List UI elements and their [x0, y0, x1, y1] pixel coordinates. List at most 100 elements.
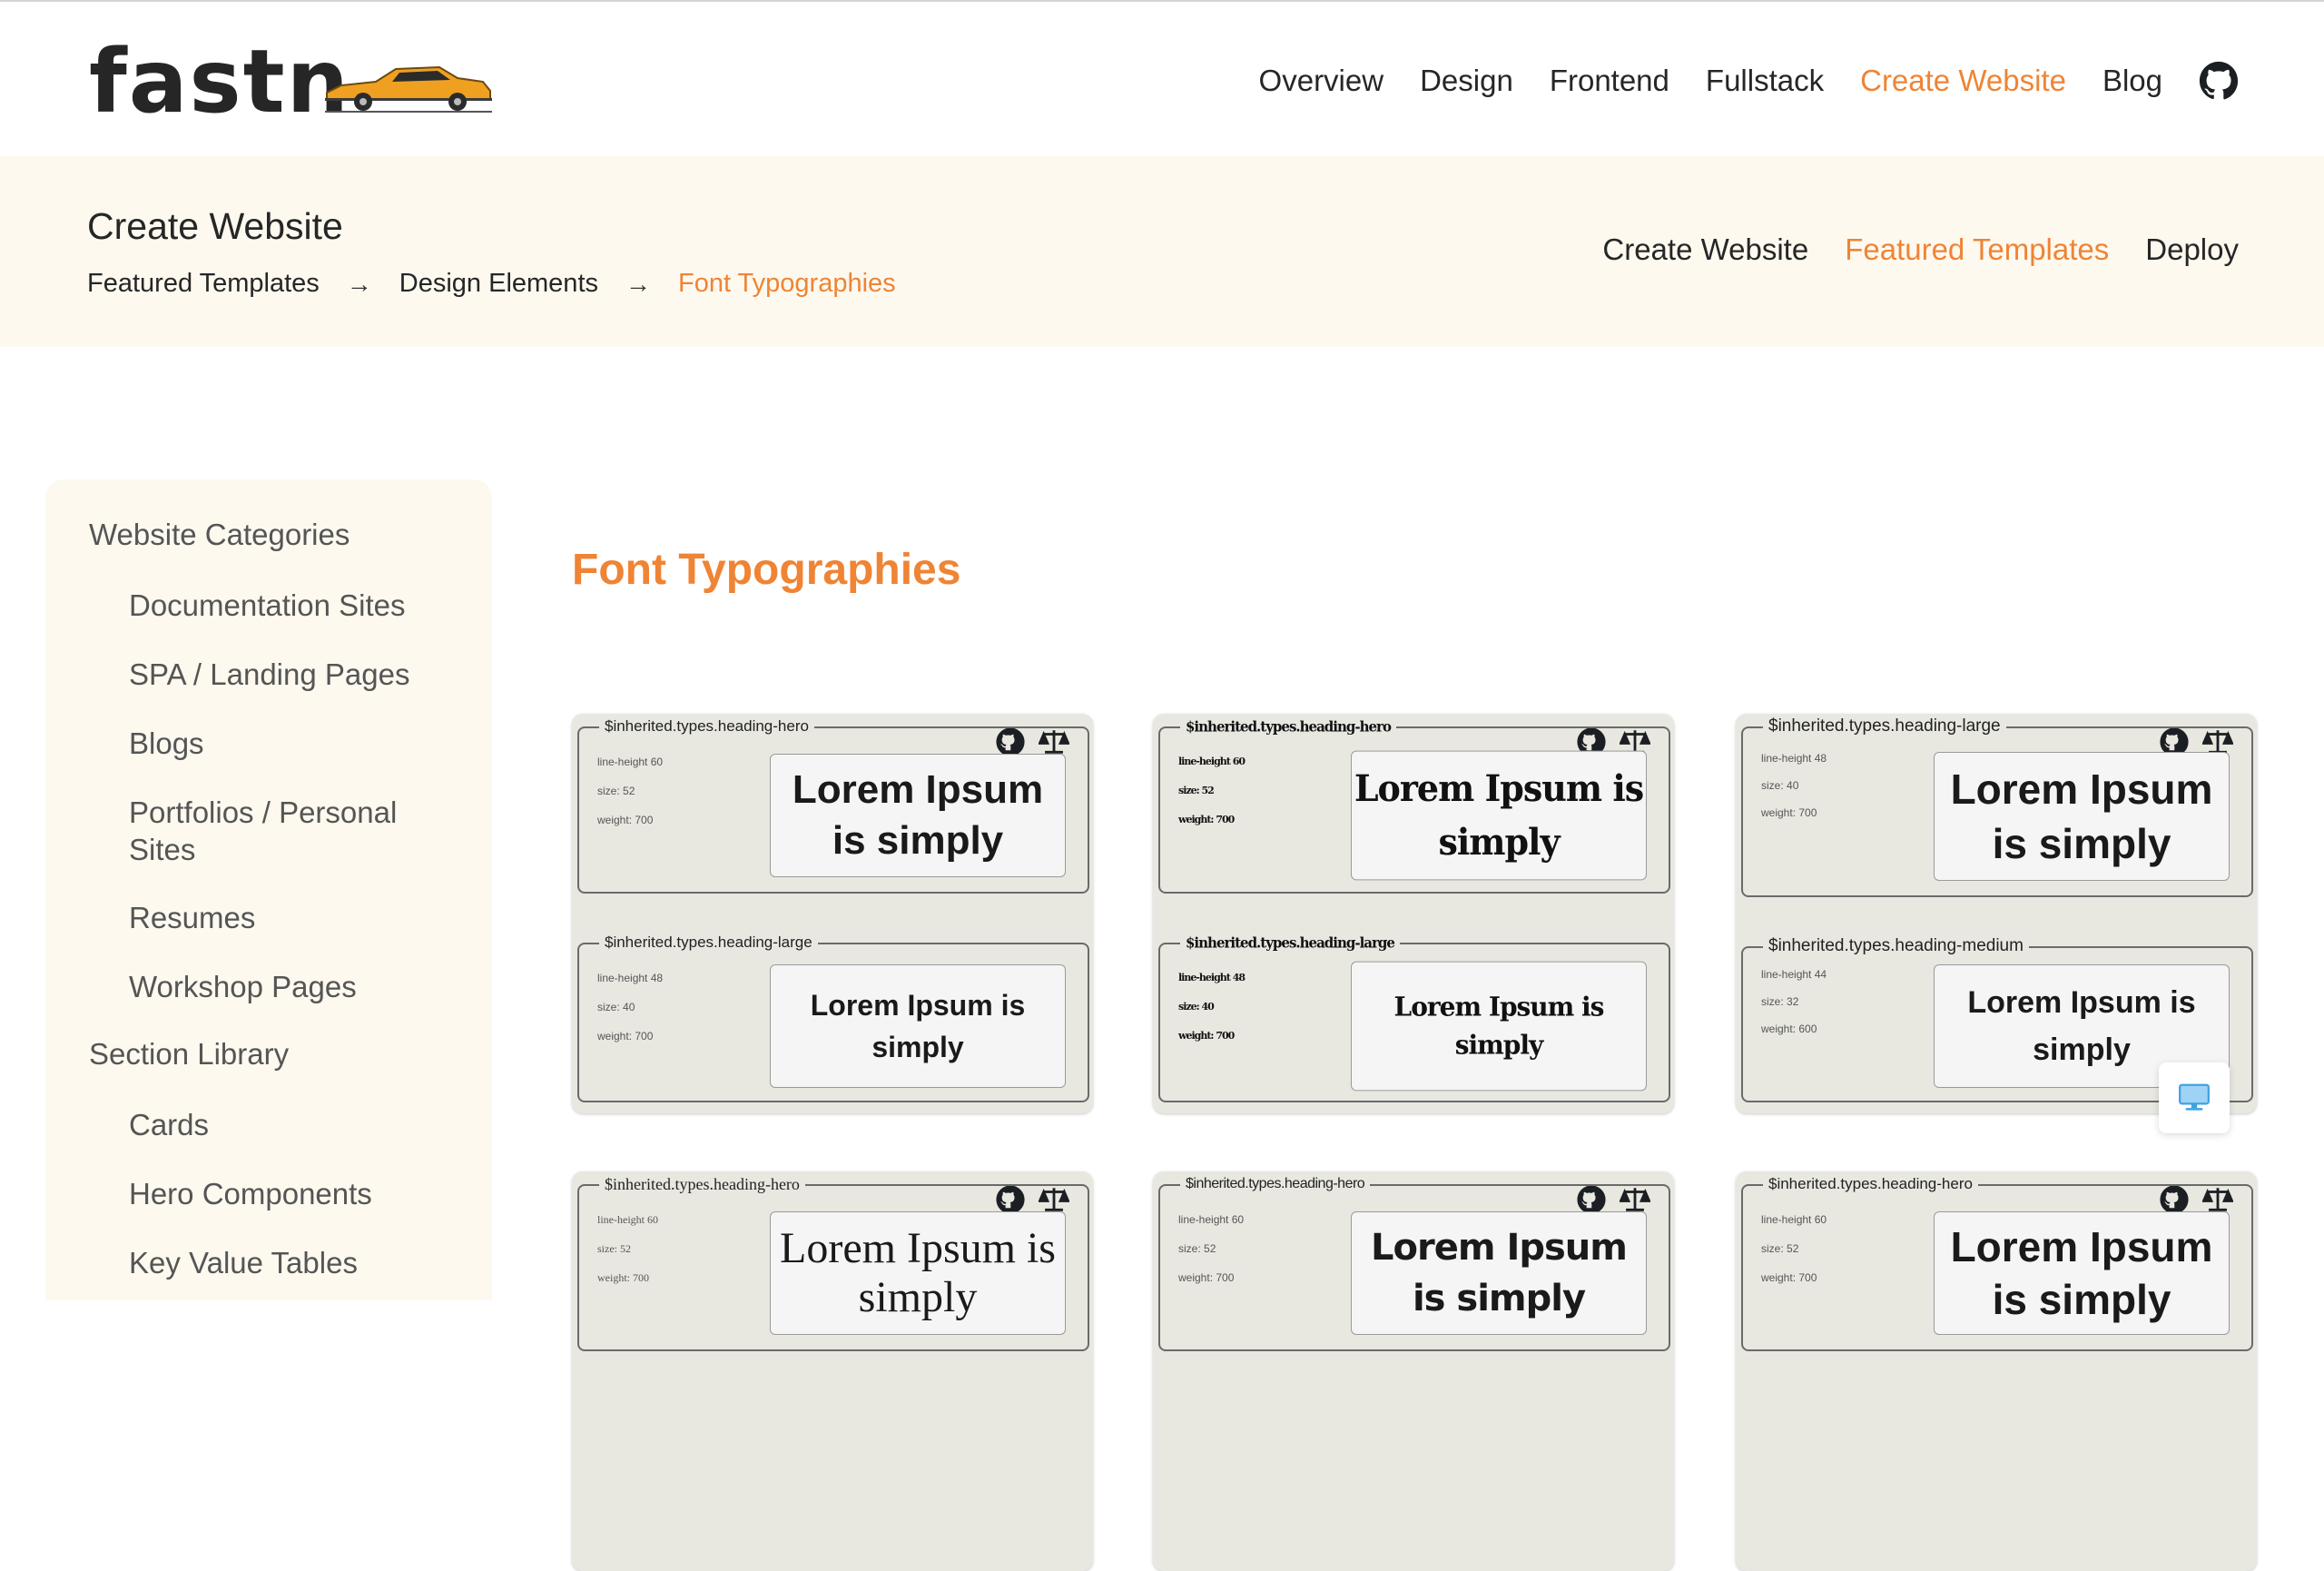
desktop-icon	[2179, 1083, 2210, 1111]
section-title: Create Website	[87, 205, 343, 247]
font-preview: Lorem Ipsum is simply	[770, 754, 1066, 877]
sidebar-item-documentation-sites[interactable]: Documentation Sites	[129, 587, 474, 624]
meta-value: 60	[1814, 1213, 1827, 1226]
panel-title: $inherited.types.heading-hero	[599, 1173, 805, 1195]
meta-label: line-height	[1178, 1213, 1229, 1226]
meta-label: weight:	[1761, 1271, 1797, 1284]
font-preview: Lorem Ipsum is simply	[1934, 752, 2230, 881]
sidebar-item-blogs[interactable]: Blogs	[129, 725, 474, 762]
meta-value: 48	[1814, 752, 1827, 765]
meta-value: 60	[1231, 1213, 1245, 1226]
font-preview: Lorem Ipsum is simply	[770, 964, 1066, 1088]
sidebar-item-portfolios[interactable]: Portfolios / Personal Sites	[129, 794, 428, 868]
meta-label: weight:	[1178, 813, 1214, 826]
nav-blog[interactable]: Blog	[2102, 64, 2162, 98]
meta-label: weight:	[597, 814, 633, 826]
arrow-right-icon: →	[346, 269, 372, 298]
meta-value: 52	[1787, 1242, 1799, 1255]
sub-nav: Create Website Featured Templates Deploy	[1566, 232, 2239, 267]
typography-card[interactable]: $inherited.types.heading-hero line-heigh…	[1736, 1171, 2257, 1571]
meta-label: weight:	[1761, 806, 1797, 819]
subnav-create-website[interactable]: Create Website	[1602, 232, 1808, 267]
meta-label: weight:	[1178, 1271, 1214, 1284]
meta-value: 700	[1798, 1271, 1817, 1284]
meta-label: weight:	[1178, 1029, 1214, 1042]
panel-title: $inherited.types.heading-large	[599, 932, 818, 953]
sidebar-section-library[interactable]: Section Library	[89, 1037, 289, 1072]
nav-design[interactable]: Design	[1420, 64, 1513, 98]
meta-label: weight:	[597, 1030, 633, 1042]
meta-value: 40	[1201, 1000, 1215, 1013]
nav-overview[interactable]: Overview	[1259, 64, 1384, 98]
panel-title: $inherited.types.heading-large	[1180, 931, 1400, 954]
crumb-featured-templates[interactable]: Featured Templates	[87, 269, 320, 299]
typography-card[interactable]: $inherited.types.heading-hero line-heigh…	[1153, 714, 1674, 1113]
breadcrumb: Featured Templates → Design Elements → F…	[87, 269, 896, 299]
font-preview: Lorem Ipsum is simply	[1351, 961, 1647, 1092]
typography-card[interactable]: $inherited.types.heading-hero line-heigh…	[572, 714, 1093, 1113]
nav-frontend[interactable]: Frontend	[1550, 64, 1669, 98]
meta-value: 48	[650, 972, 664, 984]
meta-value: 60	[646, 1213, 658, 1226]
meta-value: 32	[1787, 995, 1799, 1008]
meta-value: 60	[650, 756, 664, 768]
page-title: Font Typographies	[572, 546, 961, 594]
subnav-deploy[interactable]: Deploy	[2145, 232, 2239, 267]
nav-fullstack[interactable]: Fullstack	[1706, 64, 1824, 98]
font-preview: Lorem Ipsum is simply	[1934, 1211, 2230, 1335]
meta-value: 52	[623, 785, 635, 797]
meta-value: 52	[620, 1242, 631, 1255]
desktop-view-button[interactable]	[2159, 1062, 2230, 1133]
meta-value: 700	[635, 814, 654, 826]
font-preview: Lorem Ipsum is simply	[1351, 1211, 1647, 1335]
subnav-featured-templates[interactable]: Featured Templates	[1845, 232, 2109, 267]
meta-label: weight:	[597, 1271, 630, 1284]
meta-label: size:	[1178, 784, 1200, 797]
sidebar-item-spa-landing-pages[interactable]: SPA / Landing Pages	[129, 656, 474, 693]
meta-label: line-height	[597, 756, 648, 768]
main-nav: Overview Design Frontend Fullstack Creat…	[1223, 58, 2239, 104]
meta-label: line-height	[1178, 971, 1231, 984]
panel-title: $inherited.types.heading-hero	[1180, 715, 1396, 738]
meta-label: size:	[1178, 1000, 1200, 1013]
sidebar-item-resumes[interactable]: Resumes	[129, 899, 474, 936]
meta-label: size:	[597, 785, 620, 797]
meta-label: line-height	[1761, 1213, 1812, 1226]
nav-create-website[interactable]: Create Website	[1860, 64, 2066, 98]
panel-title: $inherited.types.heading-hero	[1763, 1173, 1978, 1195]
panel-title: $inherited.types.heading-medium	[1763, 935, 2029, 957]
logo-text[interactable]: fastn	[89, 36, 350, 127]
panel-title: $inherited.types.heading-hero	[1180, 1173, 1371, 1195]
meta-label: line-height	[1761, 968, 1812, 981]
meta-value: 52	[1204, 1242, 1216, 1255]
meta-value: 700	[1216, 1271, 1235, 1284]
typography-card[interactable]: $inherited.types.heading-hero line-heigh…	[572, 1171, 1093, 1571]
typography-card[interactable]: $inherited.types.heading-hero line-heigh…	[1153, 1171, 1674, 1571]
arrow-right-icon: →	[625, 269, 651, 298]
panel-title: $inherited.types.heading-large	[1763, 716, 2006, 737]
sidebar-item-cards[interactable]: Cards	[129, 1106, 474, 1143]
site-header: fastn Overview Design Frontend Fullstack…	[0, 2, 2324, 156]
panel-title: $inherited.types.heading-hero	[599, 716, 814, 737]
sidebar-item-hero-components[interactable]: Hero Components	[129, 1175, 474, 1212]
meta-label: size:	[597, 1242, 617, 1255]
car-logo-icon[interactable]	[321, 58, 496, 116]
meta-value: 700	[635, 1030, 654, 1042]
meta-label: line-height	[1178, 755, 1231, 768]
sidebar-website-categories[interactable]: Website Categories	[89, 518, 350, 552]
sidebar-item-workshop-pages[interactable]: Workshop Pages	[129, 968, 474, 1005]
github-icon[interactable]	[2199, 61, 2239, 101]
font-preview: Lorem Ipsum is simply	[770, 1211, 1066, 1335]
meta-label: size:	[597, 1001, 620, 1013]
sub-header: Create Website Featured Templates → Desi…	[0, 156, 2324, 347]
meta-label: line-height	[1761, 752, 1812, 765]
crumb-font-typographies[interactable]: Font Typographies	[678, 269, 896, 299]
meta-label: weight:	[1761, 1023, 1797, 1035]
meta-value: 40	[623, 1001, 635, 1013]
sidebar-item-key-value-tables[interactable]: Key Value Tables	[129, 1244, 474, 1281]
typography-card[interactable]: $inherited.types.heading-large line-heig…	[1736, 714, 2257, 1113]
crumb-design-elements[interactable]: Design Elements	[399, 269, 598, 299]
sidebar: Website Categories Documentation Sites S…	[45, 479, 492, 1300]
font-preview: Lorem Ipsum is simply	[1351, 750, 1647, 881]
meta-value: 700	[1216, 1029, 1235, 1042]
